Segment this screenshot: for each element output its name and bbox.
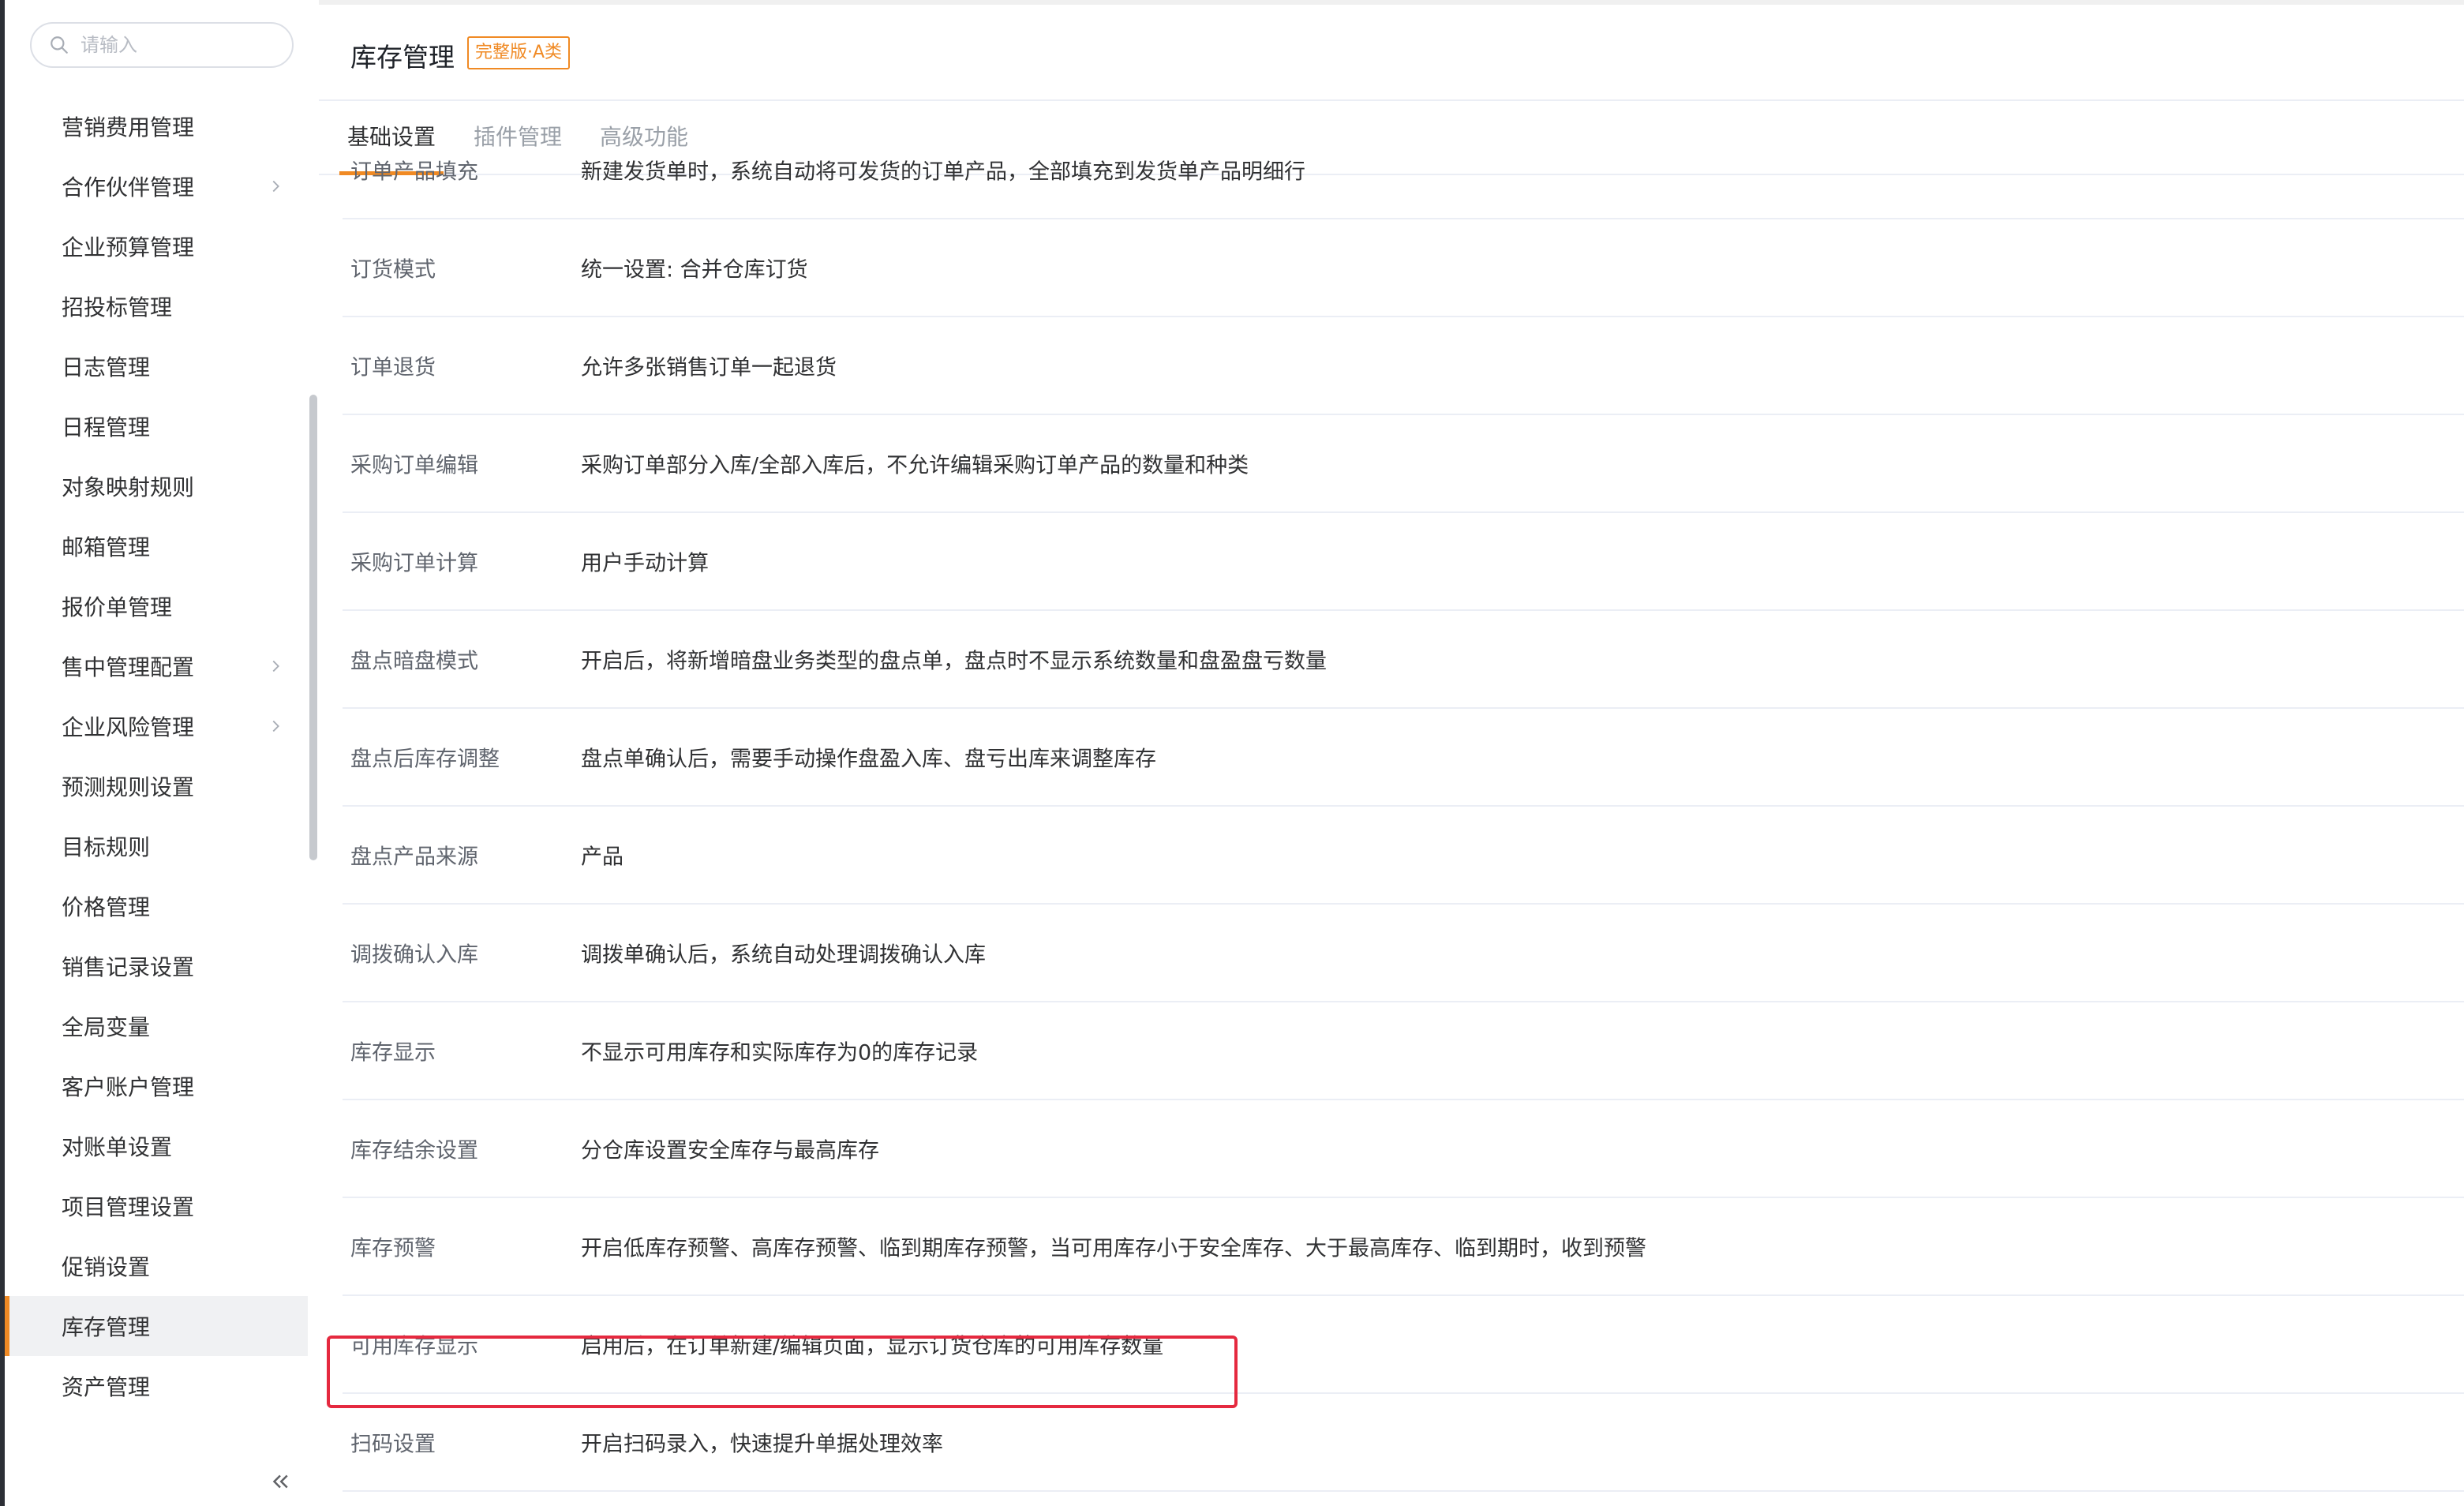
sidebar-item-log[interactable]: 日志管理 xyxy=(5,336,308,396)
setting-value: 开启低库存预警、高库存预警、临到期库存预警，当可用库存小于安全库存、大于最高库存… xyxy=(581,1236,1646,1261)
sidebar-item-label: 全局变量 xyxy=(62,1014,151,1040)
setting-label: 盘点暗盘模式 xyxy=(350,649,478,674)
edition-badge: 完整版·A类 xyxy=(467,36,571,69)
setting-row: 订单产品填充 新建发货单时，系统自动将可发货的订单产品，全部填充到发货单产品明细行 xyxy=(343,122,2464,219)
setting-label: 扫码设置 xyxy=(350,1432,436,1457)
sidebar-item-target-rule[interactable]: 目标规则 xyxy=(5,816,308,876)
sidebar-item-label: 促销设置 xyxy=(62,1254,151,1280)
highlight-box xyxy=(327,1336,1238,1408)
setting-value: 允许多张销售订单一起退货 xyxy=(581,355,837,380)
search-icon xyxy=(51,36,68,54)
sidebar-item-label: 项目管理设置 xyxy=(62,1194,195,1220)
sidebar-item-label: 企业预算管理 xyxy=(62,234,195,260)
sidebar-item-label: 售中管理配置 xyxy=(62,654,195,680)
sidebar-item-label: 价格管理 xyxy=(62,894,151,920)
sidebar-item-sales-record[interactable]: 销售记录设置 xyxy=(5,936,308,996)
setting-row: 库存结余设置 分仓库设置安全库存与最高库存 xyxy=(343,1100,2464,1198)
sidebar-item-global-variable[interactable]: 全局变量 xyxy=(5,996,308,1056)
sidebar-item-label: 客户账户管理 xyxy=(62,1074,195,1100)
setting-row: 订货模式 统一设置: 合并仓库订货 xyxy=(343,219,2464,317)
sidebar-item-bidding[interactable]: 招投标管理 xyxy=(5,276,308,336)
sidebar-item-budget[interactable]: 企业预算管理 xyxy=(5,216,308,276)
setting-row: 扫码设置 开启扫码录入，快速提升单据处理效率 xyxy=(343,1394,2464,1492)
sidebar-item-asset[interactable]: 资产管理 xyxy=(5,1356,308,1416)
sidebar-item-label: 报价单管理 xyxy=(62,594,173,620)
page-title: 库存管理 xyxy=(350,42,455,73)
sidebar-item-risk[interactable]: 企业风险管理 xyxy=(5,696,308,756)
chevron-right-icon xyxy=(272,720,279,732)
sidebar-item-label: 邮箱管理 xyxy=(62,534,151,560)
setting-value: 新建发货单时，系统自动将可发货的订单产品，全部填充到发货单产品明细行 xyxy=(581,159,1305,185)
setting-row: 盘点产品来源 产品 xyxy=(343,807,2464,905)
sidebar-item-project[interactable]: 项目管理设置 xyxy=(5,1176,308,1236)
sidebar-item-label: 招投标管理 xyxy=(62,294,173,320)
sidebar-item-inventory[interactable]: 库存管理 xyxy=(5,1296,308,1356)
setting-label: 盘点产品来源 xyxy=(350,845,478,870)
sidebar-item-schedule[interactable]: 日程管理 xyxy=(5,396,308,456)
sidebar-item-marketing-expense[interactable]: 营销费用管理 xyxy=(5,96,308,156)
sidebar-item-label: 对账单设置 xyxy=(62,1134,173,1160)
setting-value: 统一设置: 合并仓库订货 xyxy=(581,257,808,283)
setting-value: 开启后，将新增暗盘业务类型的盘点单，盘点时不显示系统数量和盘盈盘亏数量 xyxy=(581,649,1327,674)
sidebar-item-label: 日志管理 xyxy=(62,354,151,380)
sidebar-item-customer-account[interactable]: 客户账户管理 xyxy=(5,1056,308,1116)
setting-value: 调拨单确认后，系统自动处理调拨确认入库 xyxy=(581,942,986,968)
setting-label: 订单退货 xyxy=(350,355,436,380)
sidebar-item-label: 对象映射规则 xyxy=(62,474,195,500)
setting-row: 订单退货 允许多张销售订单一起退货 xyxy=(343,317,2464,415)
setting-value: 盘点单确认后，需要手动操作盘盈入库、盘亏出库来调整库存 xyxy=(581,747,1156,772)
sidebar-item-promotion[interactable]: 促销设置 xyxy=(5,1236,308,1296)
sidebar-item-in-sale-config[interactable]: 售中管理配置 xyxy=(5,636,308,696)
setting-value: 产品 xyxy=(581,845,623,870)
sidebar-item-label: 企业风险管理 xyxy=(62,714,195,740)
sidebar-item-label: 营销费用管理 xyxy=(62,114,195,140)
sidebar: 营销费用管理合作伙伴管理企业预算管理招投标管理日志管理日程管理对象映射规则邮箱管… xyxy=(5,0,319,1506)
sidebar-scrollbar[interactable] xyxy=(309,395,317,860)
setting-label: 订单产品填充 xyxy=(350,159,478,185)
setting-label: 库存显示 xyxy=(350,1040,436,1066)
sidebar-item-label: 库存管理 xyxy=(62,1314,151,1340)
sidebar-item-quotation[interactable]: 报价单管理 xyxy=(5,576,308,636)
sidebar-item-label: 资产管理 xyxy=(62,1374,151,1400)
sidebar-item-partner[interactable]: 合作伙伴管理 xyxy=(5,156,308,216)
sidebar-item-label: 销售记录设置 xyxy=(62,954,195,980)
setting-label: 库存预警 xyxy=(350,1236,436,1261)
setting-row: 采购订单编辑 采购订单部分入库/全部入库后，不允许编辑采购订单产品的数量和种类 xyxy=(343,415,2464,513)
sidebar-item-label: 合作伙伴管理 xyxy=(62,174,195,200)
setting-row: 采购订单计算 用户手动计算 xyxy=(343,513,2464,611)
setting-label: 盘点后库存调整 xyxy=(350,747,500,772)
setting-value: 不显示可用库存和实际库存为0的库存记录 xyxy=(581,1040,979,1066)
search-box[interactable] xyxy=(30,22,294,68)
setting-row: 盘点暗盘模式 开启后，将新增暗盘业务类型的盘点单，盘点时不显示系统数量和盘盈盘亏数… xyxy=(343,611,2464,709)
setting-row: 库存显示 不显示可用库存和实际库存为0的库存记录 xyxy=(343,1002,2464,1100)
setting-label: 调拨确认入库 xyxy=(350,942,478,968)
setting-label: 订货模式 xyxy=(350,257,436,283)
setting-value: 用户手动计算 xyxy=(581,551,709,576)
setting-label: 采购订单编辑 xyxy=(350,453,478,478)
setting-row: 库存预警 开启低库存预警、高库存预警、临到期库存预警，当可用库存小于安全库存、大于… xyxy=(343,1198,2464,1296)
sidebar-item-statement[interactable]: 对账单设置 xyxy=(5,1116,308,1176)
sidebar-item-price[interactable]: 价格管理 xyxy=(5,876,308,936)
sidebar-item-label: 预测规则设置 xyxy=(62,774,195,800)
sidebar-item-label: 日程管理 xyxy=(62,414,151,440)
sidebar-item-forecast-rule[interactable]: 预测规则设置 xyxy=(5,756,308,816)
setting-row: 盘点后库存调整 盘点单确认后，需要手动操作盘盈入库、盘亏出库来调整库存 xyxy=(343,709,2464,807)
sidebar-item-object-mapping[interactable]: 对象映射规则 xyxy=(5,456,308,516)
search-input[interactable] xyxy=(81,34,270,56)
sidebar-item-mailbox[interactable]: 邮箱管理 xyxy=(5,516,308,576)
setting-label: 库存结余设置 xyxy=(350,1138,478,1163)
main-content: 库存管理 完整版·A类 基础设置 插件管理 高级功能 订单产品填充 新建发货单时，… xyxy=(319,0,2464,1506)
setting-label: 采购订单计算 xyxy=(350,551,478,576)
setting-value: 采购订单部分入库/全部入库后，不允许编辑采购订单产品的数量和种类 xyxy=(581,453,1249,478)
collapse-sidebar-icon[interactable] xyxy=(268,1470,292,1493)
page-header: 库存管理 完整版·A类 xyxy=(319,5,2464,101)
sidebar-item-label: 目标规则 xyxy=(62,834,151,860)
setting-row: 调拨确认入库 调拨单确认后，系统自动处理调拨确认入库 xyxy=(343,905,2464,1002)
sidebar-menu: 营销费用管理 合作伙伴管理 企业预算管理 招投标管理日志管理日程管理对象映射规则 邮箱管… xyxy=(5,96,308,1416)
chevron-right-icon xyxy=(272,180,279,193)
setting-value: 开启扫码录入，快速提升单据处理效率 xyxy=(581,1432,943,1457)
setting-value: 分仓库设置安全库存与最高库存 xyxy=(581,1138,879,1163)
chevron-right-icon xyxy=(272,660,279,672)
